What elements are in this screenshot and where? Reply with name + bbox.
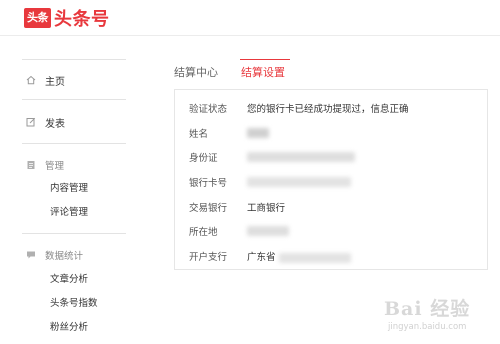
bank-card-value-redacted [247, 177, 351, 188]
id-card-value-redacted [247, 152, 355, 163]
edit-icon [25, 116, 37, 128]
tab-settlement-center[interactable]: 结算中心 [174, 64, 218, 82]
row-label: 银行卡号 [189, 178, 228, 189]
sidebar-item-label: 内容管理 [50, 183, 89, 194]
sidebar-divider [22, 233, 126, 234]
watermark-url-text: jingyan.baidu.com [388, 322, 467, 332]
home-icon [25, 74, 37, 86]
toutiao-logo[interactable]: 头条 头条号 [24, 7, 110, 30]
sidebar-item-label: 发表 [45, 118, 65, 130]
branch-province-text: 广东省 [247, 252, 276, 263]
tab-settlement-settings[interactable]: 结算设置 [241, 64, 285, 82]
location-value-redacted [247, 226, 289, 237]
chat-bubble-icon [25, 249, 37, 261]
row-label: 身份证 [189, 153, 218, 164]
name-value-redacted [247, 128, 269, 139]
sidebar-item-fans-analysis[interactable]: 粉丝分析 [50, 317, 88, 335]
sidebar-item-content-manage[interactable]: 内容管理 [50, 178, 88, 196]
row-label: 交易银行 [189, 203, 228, 214]
sidebar-item-toutiao-index[interactable]: 头条号指数 [50, 293, 98, 311]
sidebar: 主页 发表 管理 内容管理 评论管理 数据统计 文章分析 头条号指数 粉丝分析 [0, 37, 130, 344]
row-label: 开户支行 [189, 252, 228, 263]
sidebar-group-label: 数据统计 [45, 251, 84, 262]
branch-value: 广东省 [247, 249, 351, 263]
bank-value: 工商银行 [247, 203, 286, 214]
baidu-jingyan-watermark: Bai 经验 jingyan.baidu.com [380, 294, 490, 338]
sidebar-item-publish[interactable]: 发表 [25, 113, 65, 131]
watermark-main-text: Bai 经验 [384, 298, 471, 320]
row-label: 所在地 [189, 227, 218, 238]
sidebar-item-label: 粉丝分析 [50, 322, 89, 333]
sidebar-item-home[interactable]: 主页 [25, 71, 65, 89]
sidebar-item-label: 评论管理 [50, 207, 89, 218]
row-label: 姓名 [189, 129, 209, 140]
sidebar-group-manage: 管理 [25, 156, 64, 174]
top-header: 头条 头条号 [0, 0, 500, 36]
sidebar-item-label: 主页 [45, 76, 65, 88]
sidebar-divider [22, 99, 126, 100]
sidebar-item-label: 头条号指数 [50, 298, 98, 309]
verify-status-value: 您的银行卡已经成功提现过，信息正确 [247, 104, 409, 115]
active-tab-indicator [240, 59, 290, 60]
sidebar-item-label: 文章分析 [50, 274, 89, 285]
row-label: 验证状态 [189, 104, 228, 115]
sidebar-divider [22, 59, 126, 60]
settlement-info-card: 验证状态 您的银行卡已经成功提现过，信息正确 姓名 身份证 银行卡号 交易银行 … [174, 89, 488, 270]
sidebar-item-comment-manage[interactable]: 评论管理 [50, 202, 88, 220]
logo-text: 头条号 [54, 9, 110, 30]
sidebar-divider [22, 143, 126, 144]
sidebar-group-stats: 数据统计 [25, 246, 83, 264]
sidebar-item-article-analysis[interactable]: 文章分析 [50, 269, 88, 287]
document-icon [25, 159, 37, 171]
sidebar-group-label: 管理 [45, 161, 65, 172]
logo-badge: 头条 [24, 8, 51, 28]
